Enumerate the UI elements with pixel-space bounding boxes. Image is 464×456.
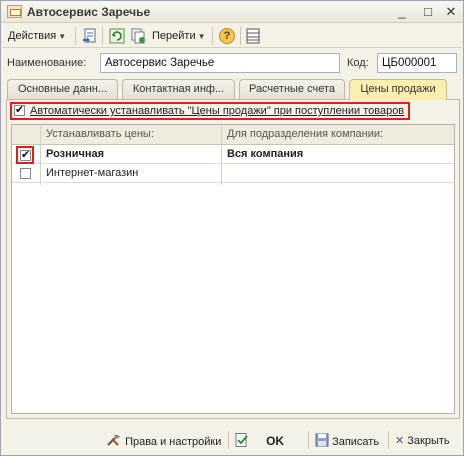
save-label: Записать	[332, 436, 380, 448]
row-checkbox[interactable]	[20, 168, 31, 179]
tab-contact-info[interactable]: Контактная инф...	[122, 79, 235, 99]
close-window-button[interactable]: ✕	[442, 4, 460, 20]
chevron-down-icon: ▼	[197, 32, 206, 41]
document-list-icon[interactable]	[82, 28, 98, 44]
name-field[interactable]: Автосервис Заречье	[100, 53, 340, 73]
price-type-cell: Интернет-магазин	[46, 167, 139, 179]
goto-menu[interactable]: Перейти ▼	[152, 27, 206, 45]
help-icon[interactable]: ?	[219, 28, 235, 44]
actions-menu[interactable]: Действия ▼	[8, 27, 66, 45]
maximize-button[interactable]: □	[419, 4, 437, 20]
app-window-icon	[7, 5, 22, 18]
name-label: Наименование:	[7, 57, 87, 69]
toolbar-separator	[212, 27, 213, 45]
minimize-button[interactable]: _	[393, 4, 411, 20]
row-checkbox[interactable]	[20, 148, 31, 161]
row-checkbox-highlight[interactable]	[16, 146, 34, 164]
bottom-separator	[388, 431, 389, 449]
window: Автосервис Заречье _ □ ✕ Действия ▼ Перей…	[0, 0, 464, 456]
code-field[interactable]: ЦБ000001	[377, 53, 457, 73]
tab-main-data[interactable]: Основные данн...	[7, 79, 118, 99]
table-view-icon[interactable]	[245, 28, 261, 44]
toolbar-separator	[75, 27, 76, 45]
close-label: Закрыть	[407, 435, 450, 447]
title-bar: Автосервис Заречье _ □ ✕	[1, 1, 463, 23]
document-check-icon	[235, 433, 248, 447]
toolbar-separator	[240, 27, 241, 45]
ok-label: OK	[266, 434, 285, 448]
table-row[interactable]: Розничная Вся компания	[12, 146, 454, 164]
auto-prices-label[interactable]: Автоматически устанавливать "Цены продаж…	[30, 105, 404, 117]
auto-prices-option[interactable]: Автоматически устанавливать "Цены продаж…	[10, 102, 410, 120]
bottom-separator	[308, 431, 309, 449]
tab-sale-prices[interactable]: Цены продажи	[349, 79, 447, 100]
chevron-down-icon: ▼	[58, 32, 67, 41]
copy-document-icon[interactable]	[130, 28, 146, 44]
tools-icon	[107, 435, 120, 446]
bottom-separator	[228, 431, 229, 449]
goto-label: Перейти	[152, 30, 196, 42]
table-header: Устанавливать цены: Для подразделения ко…	[12, 125, 454, 145]
save-disk-icon	[315, 433, 329, 447]
actions-label: Действия	[8, 30, 57, 42]
toolbar: Действия ▼ Перейти ▼ ?	[2, 24, 462, 48]
column-header-price-type[interactable]: Устанавливать цены:	[46, 128, 154, 140]
toolbar-separator	[102, 27, 103, 45]
close-button[interactable]: ✕ Закрыть	[395, 433, 450, 449]
auto-prices-checkbox[interactable]	[14, 103, 25, 116]
price-types-table: Устанавливать цены: Для подразделения ко…	[11, 124, 455, 414]
tab-bank-accounts[interactable]: Расчетные счета	[239, 79, 345, 99]
division-cell: Вся компания	[227, 148, 304, 160]
table-row[interactable]: Интернет-магазин	[12, 165, 454, 183]
rights-settings-label: Права и настройки	[125, 436, 222, 448]
bottom-bar: Права и настройки OK Записать ✕ Закрыть	[2, 427, 462, 453]
column-header-division[interactable]: Для подразделения компании:	[227, 128, 383, 140]
save-button[interactable]: Записать	[315, 433, 379, 449]
price-type-cell: Розничная	[46, 148, 105, 160]
refresh-icon[interactable]	[109, 28, 125, 44]
ok-button[interactable]: OK	[235, 433, 284, 449]
close-x-icon: ✕	[395, 435, 405, 447]
rights-settings-button[interactable]: Права и настройки	[106, 433, 221, 449]
window-title: Автосервис Заречье	[27, 5, 151, 19]
code-label: Код:	[347, 57, 369, 69]
